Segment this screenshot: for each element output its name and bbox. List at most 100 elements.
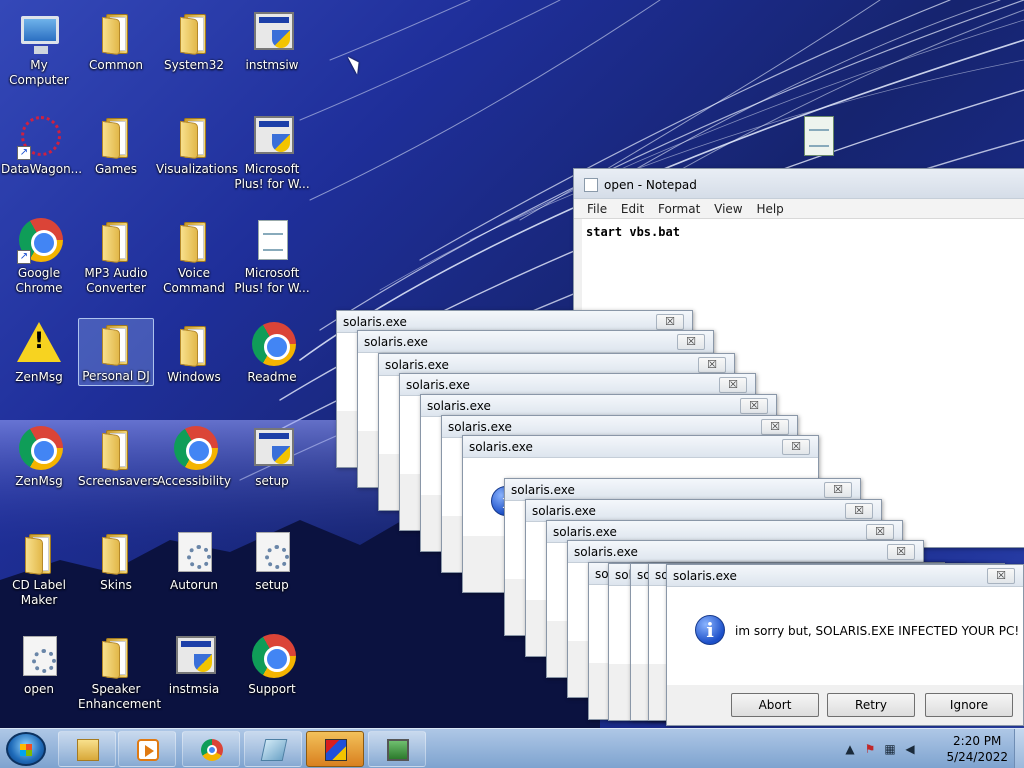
dialog-close-button[interactable]: ☒	[845, 503, 873, 519]
desktop-icon-common[interactable]: Common	[78, 8, 154, 73]
folder-icon	[180, 14, 210, 56]
dialog-titlebar[interactable]: solaris.exe ☒	[358, 331, 713, 353]
network-icon[interactable]: ▦	[882, 741, 898, 757]
ignore-button[interactable]: Ignore	[925, 693, 1013, 717]
menu-format[interactable]: Format	[653, 199, 705, 219]
desktop-icon-open[interactable]: open	[1, 632, 77, 697]
desktop-icon-screensavers[interactable]: Screensavers	[78, 424, 159, 489]
desktop-icon-mp3-audio-converter[interactable]: MP3 Audio Converter	[78, 216, 154, 296]
desktop-icon-datawagon[interactable]: ↗ DataWagon...	[1, 112, 82, 177]
folder-icon	[102, 222, 132, 264]
dialog-close-button[interactable]: ☒	[866, 524, 894, 540]
volume-icon[interactable]: ◀	[902, 741, 918, 757]
folder-icon	[180, 118, 210, 160]
desktop-icon-google-chrome[interactable]: ↗ Google Chrome	[1, 216, 77, 296]
taskbar: ▲ ⚑ ▦ ◀ 2:20 PM 5/24/2022	[0, 728, 1024, 768]
dialog-close-button[interactable]: ☒	[656, 314, 684, 330]
document-icon	[258, 220, 288, 260]
dialog-titlebar[interactable]: solaris.exe ☒	[526, 500, 881, 522]
dialog-titlebar[interactable]: solaris.exe ☒	[667, 565, 1023, 587]
taskbar-media-player[interactable]	[118, 731, 176, 767]
desktop-icon-speaker-enhancement[interactable]: Speaker Enhancement	[78, 632, 161, 712]
info-icon: i	[695, 615, 725, 645]
desktop: My Computer Common System32 instmsiw ↗ D…	[0, 0, 1024, 728]
desktop-icon-microsoft-plus-2[interactable]: Microsoft Plus! for W...	[234, 216, 310, 296]
desktop-icon-skins[interactable]: Skins	[78, 528, 154, 593]
show-hidden-icons-icon[interactable]: ▲	[842, 741, 858, 757]
taskbar-google-chrome[interactable]	[182, 731, 240, 767]
desktop-icon-windows[interactable]: Windows	[156, 320, 232, 385]
desktop-icon-setup-gear[interactable]: setup	[234, 528, 310, 593]
desktop-icon-instmsiw[interactable]: instmsiw	[234, 8, 310, 73]
desktop-icon-zenmsg-chrome[interactable]: ZenMsg	[1, 424, 77, 489]
dialog-titlebar[interactable]: solaris.exe ☒	[568, 541, 923, 563]
desktop-icon-label: My Computer	[9, 58, 69, 87]
desktop-icon-label: instmsia	[168, 682, 220, 696]
desktop-icon-my-computer[interactable]: My Computer	[1, 8, 77, 88]
dialog-titlebar[interactable]: solaris.exe ☒	[421, 395, 776, 417]
dialog-close-button[interactable]: ☒	[740, 398, 768, 414]
installer-icon	[176, 636, 216, 674]
retry-button[interactable]: Retry	[827, 693, 915, 717]
desktop-icon-voice-command[interactable]: Voice Command	[156, 216, 232, 296]
abort-button[interactable]: Abort	[731, 693, 819, 717]
desktop-icon-label: CD Label Maker	[12, 578, 66, 607]
dialog-titlebar[interactable]: solaris.exe ☒	[400, 374, 755, 396]
desktop-icon-label: Microsoft Plus! for W...	[234, 162, 310, 191]
folder-icon	[102, 325, 132, 367]
dialog-close-button[interactable]: ☒	[719, 377, 747, 393]
desktop-icon-setup-installer[interactable]: setup	[234, 424, 310, 489]
shortcut-arrow-icon: ↗	[17, 146, 31, 160]
desktop-icon-system32[interactable]: System32	[156, 8, 232, 73]
dialog-titlebar[interactable]: solaris.exe ☒	[505, 479, 860, 501]
start-button[interactable]	[6, 732, 46, 766]
taskbar-visual-studio[interactable]	[244, 731, 302, 767]
desktop-icon-readme[interactable]: Readme	[234, 320, 310, 385]
taskbar-screen-app[interactable]	[368, 731, 426, 767]
desktop-icon-partial-screen[interactable]	[780, 112, 856, 162]
dialog-titlebar[interactable]: solaris.exe ☒	[463, 436, 818, 458]
dialog-close-button[interactable]: ☒	[887, 544, 915, 560]
show-desktop-button[interactable]	[1014, 729, 1024, 768]
media-player-icon	[137, 739, 159, 761]
desktop-icon-games[interactable]: Games	[78, 112, 154, 177]
dialog-close-button[interactable]: ☒	[824, 482, 852, 498]
clock[interactable]: 2:20 PM 5/24/2022	[946, 733, 1008, 765]
desktop-icon-label: Voice Command	[163, 266, 225, 295]
gear-icon	[256, 532, 290, 572]
desktop-icon-cd-label-maker[interactable]: CD Label Maker	[1, 528, 77, 608]
installer-icon	[254, 428, 294, 466]
solaris-dialog-front[interactable]: solaris.exe ☒ i im sorry but, SOLARIS.EX…	[666, 564, 1024, 726]
desktop-icon-support[interactable]: Support	[234, 632, 310, 697]
installer-icon	[254, 12, 294, 50]
desktop-icon-label: instmsiw	[245, 58, 299, 72]
dialog-close-button[interactable]: ☒	[698, 357, 726, 373]
warning-mark: !	[33, 329, 45, 354]
visual-studio-icon	[260, 739, 288, 761]
dialog-close-button[interactable]: ☒	[677, 334, 705, 350]
menu-file[interactable]: File	[582, 199, 612, 219]
desktop-icon-accessibility[interactable]: Accessibility	[156, 424, 232, 489]
menu-edit[interactable]: Edit	[616, 199, 649, 219]
dialog-footer: Abort Retry Ignore	[667, 685, 1023, 725]
dialog-close-button[interactable]: ☒	[761, 419, 789, 435]
taskbar-file-explorer[interactable]	[58, 731, 116, 767]
desktop-icon-label: Skins	[100, 578, 132, 592]
desktop-icon-visualizations[interactable]: Visualizations	[156, 112, 238, 177]
menu-help[interactable]: Help	[751, 199, 788, 219]
gear-icon	[178, 532, 212, 572]
notepad-titlebar[interactable]: open - Notepad	[574, 169, 1024, 199]
dialog-close-button[interactable]: ☒	[987, 568, 1015, 584]
dialog-title: solaris.exe	[574, 545, 638, 559]
action-center-flag-icon[interactable]: ⚑	[862, 741, 878, 757]
desktop-icon-instmsia[interactable]: instmsia	[156, 632, 232, 697]
taskbar-3d-cube-app[interactable]	[306, 731, 364, 767]
notepad-icon	[584, 178, 598, 192]
dialog-close-button[interactable]: ☒	[782, 439, 810, 455]
desktop-icon-personal-dj[interactable]: Personal DJ	[78, 318, 154, 386]
dialog-title: solaris.exe	[385, 358, 449, 372]
desktop-icon-autorun[interactable]: Autorun	[156, 528, 232, 593]
desktop-icon-zenmsg-warning[interactable]: ! ZenMsg	[1, 320, 77, 385]
menu-view[interactable]: View	[709, 199, 747, 219]
desktop-icon-microsoft-plus-1[interactable]: Microsoft Plus! for W...	[234, 112, 310, 192]
